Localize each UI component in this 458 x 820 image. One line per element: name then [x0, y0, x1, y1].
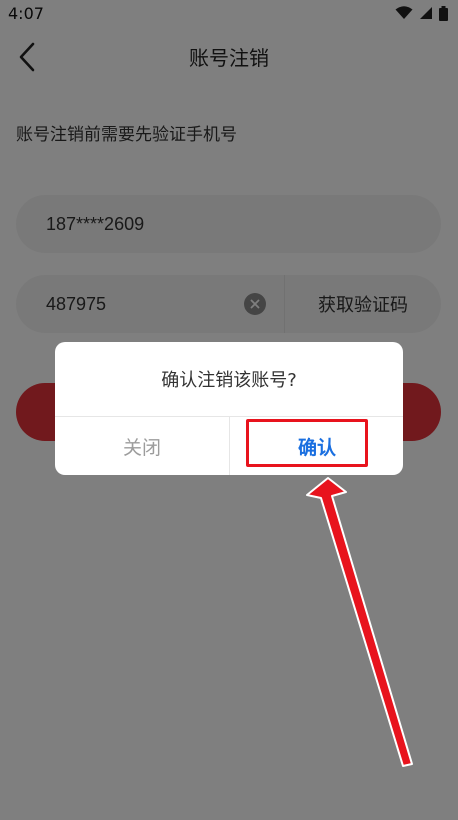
dialog-message: 确认注销该账号?: [161, 370, 297, 391]
close-button[interactable]: 关闭: [55, 417, 229, 475]
confirm-highlight-box: [246, 419, 368, 467]
